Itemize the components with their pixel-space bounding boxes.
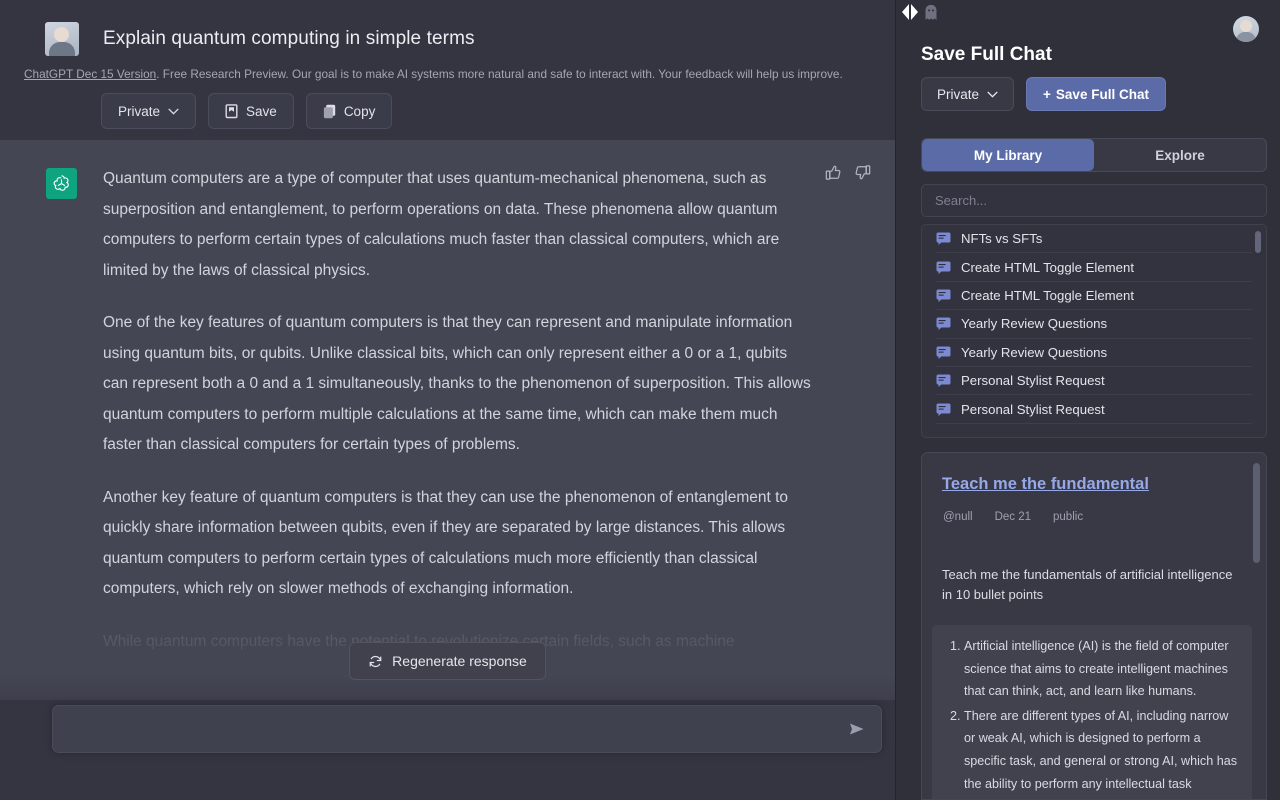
chat-bubble-icon [936,403,951,416]
chat-bubble-icon [936,374,951,388]
list-item[interactable]: Yearly Review Questions [936,339,1252,367]
regenerate-label: Regenerate response [392,653,527,669]
search-input[interactable] [922,185,1266,216]
preview-author: @null [943,511,973,523]
assistant-response-text: Quantum computers are a type of computer… [103,164,815,679]
chat-bubble-icon [936,289,951,302]
chevron-down-icon [987,91,998,98]
chevron-down-icon [168,108,179,115]
response-paragraph: One of the key features of quantum compu… [103,314,811,453]
chat-action-bar: Private Save Copy [101,93,393,129]
list-item[interactable]: Create HTML Toggle Element [936,253,1252,282]
preview-title-link[interactable]: Teach me the fundamental [942,475,1149,494]
message-composer[interactable] [52,705,882,753]
list-item-label: Yearly Review Questions [961,316,1108,332]
preview-answer-block: Artificial intelligence (AI) is the fiel… [932,625,1252,799]
preview-prompt-text: Teach me the fundamentals of artificial … [942,567,1233,602]
chat-bubble-icon [936,232,951,246]
list-item-label: Create HTML Toggle Element [961,259,1134,275]
library-list-inner: NFTs vs SFTs Create HTML Toggle Element [922,225,1266,424]
refresh-icon [369,655,382,667]
panel-privacy-dropdown-button[interactable]: Private [921,77,1015,111]
response-paragraph: Quantum computers are a type of computer… [103,170,780,279]
library-list: NFTs vs SFTs Create HTML Toggle Element [921,224,1267,438]
panel-title: Save Full Chat [921,44,1052,65]
chat-bubble-icon [936,317,951,331]
copy-label: Copy [343,103,376,119]
privacy-dropdown-button[interactable]: Private [101,93,197,129]
list-item-label: Personal Stylist Request [961,401,1105,417]
panel-privacy-label: Private [937,86,980,102]
feedback-icons [825,164,871,186]
chat-bubble-icon [936,261,951,274]
assistant-message-block: Quantum computers are a type of computer… [0,140,895,700]
chatgpt-main-area: Explain quantum computing in simple term… [0,0,895,800]
privacy-label: Private [118,103,161,119]
page-title: Explain quantum computing in simple term… [103,28,475,49]
bookmark-icon [225,103,238,118]
list-item[interactable]: NFTs vs SFTs [936,225,1252,254]
plus-icon: + [1043,86,1051,102]
preview-date: Dec 21 [994,511,1032,523]
preview-answer-item: Artificial intelligence (AI) is the fiel… [964,635,1240,703]
list-item[interactable]: Personal Stylist Request [936,367,1252,396]
list-item[interactable]: Create HTML Toggle Element [936,282,1252,311]
response-paragraph: Another key feature of quantum computers… [103,488,789,598]
list-item-label: Create HTML Toggle Element [961,287,1134,303]
list-item-label: Yearly Review Questions [961,344,1108,360]
preview-card: Teach me the fundamental @null Dec 21 pu… [921,452,1267,800]
ghost-icon[interactable] [923,4,939,26]
copy-icon [323,104,336,118]
footer-text: . Free Research Preview. Our goal is to … [156,67,843,81]
chatgpt-logo-icon [46,168,77,199]
preview-scrollbar[interactable] [1253,463,1260,563]
version-link[interactable]: ChatGPT Dec 15 Version [24,67,156,81]
library-list-scrollbar[interactable] [1255,231,1261,253]
save-button[interactable]: Save [208,93,294,129]
list-item-label: Personal Stylist Request [961,373,1105,389]
save-label: Save [246,103,277,119]
list-item-label: NFTs vs SFTs [961,231,1043,247]
save-full-chat-label: Save Full Chat [1055,86,1149,102]
search-box[interactable] [921,184,1267,217]
send-icon[interactable] [847,719,867,744]
tab-my-library[interactable]: My Library [922,139,1094,171]
avatar [45,22,79,56]
user-prompt-row: Explain quantum computing in simple term… [45,22,475,56]
panel-action-bar: Private + Save Full Chat [921,77,1166,111]
list-item[interactable]: Yearly Review Questions [936,310,1252,339]
thumbs-down-icon[interactable] [854,164,871,186]
user-avatar-panel[interactable] [1233,16,1259,42]
save-full-chat-button[interactable]: + Save Full Chat [1026,77,1166,111]
composer-zone [0,700,895,800]
regenerate-row: Regenerate response [0,642,895,680]
chat-bubble-icon [936,346,951,359]
panel-tabs: My Library Explore [921,138,1267,172]
list-item[interactable]: Personal Stylist Request [936,395,1252,424]
preview-visibility: public [1053,511,1084,523]
screen: Explain quantum computing in simple term… [0,0,1280,800]
preview-answer-item: There are different types of AI, includi… [964,705,1240,795]
preview-meta: @null Dec 21 public [943,511,1083,523]
tab-explore[interactable]: Explore [1094,139,1266,171]
regenerate-response-button[interactable]: Regenerate response [349,642,546,680]
collapse-panel-icon[interactable] [899,2,921,27]
thumbs-up-icon[interactable] [825,164,842,186]
panel-topbar [896,0,1280,46]
copy-button[interactable]: Copy [305,93,393,129]
